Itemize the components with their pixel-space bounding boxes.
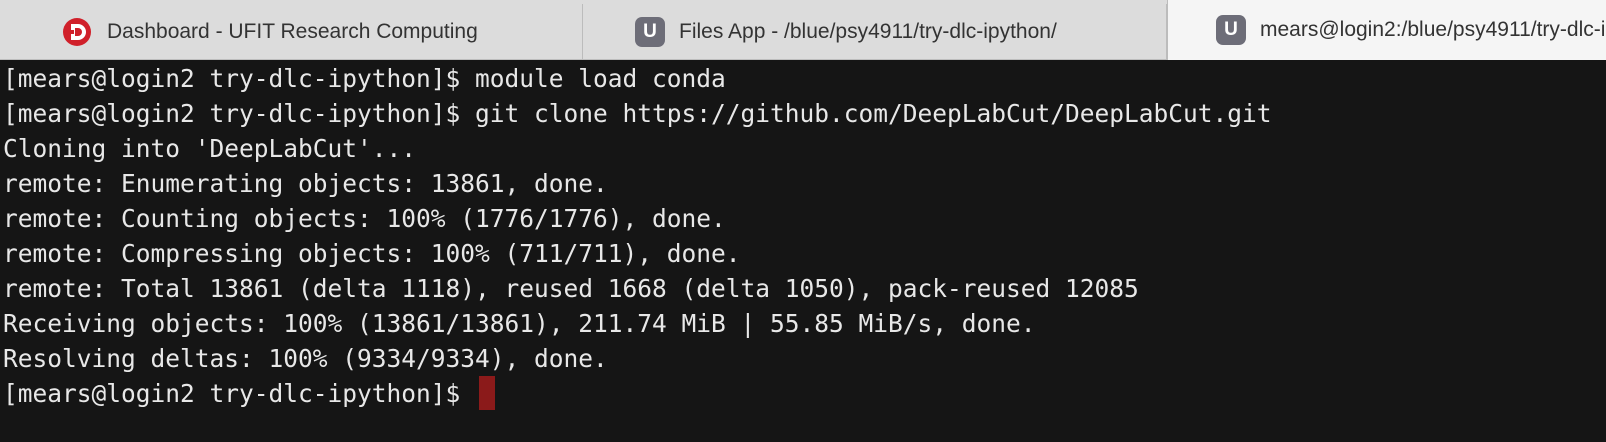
terminal-line: remote: Total 13861 (delta 1118), reused… [3, 274, 1139, 303]
terminal-line: [mears@login2 try-dlc-ipython]$ module l… [3, 64, 726, 93]
tab-terminal[interactable]: U mears@login2:/blue/psy4911/try-dlc-ipy… [1167, 0, 1606, 60]
u-badge-icon: U [1216, 15, 1246, 45]
u-badge-icon: U [635, 17, 665, 47]
tab-dashboard[interactable]: Dashboard - UFIT Research Computing [0, 4, 583, 60]
terminal-line: Receiving objects: 100% (13861/13861), 2… [3, 309, 1036, 338]
browser-tab-bar: Dashboard - UFIT Research Computing U Fi… [0, 0, 1606, 60]
dashboard-logo-icon [62, 17, 92, 47]
terminal-line: [mears@login2 try-dlc-ipython]$ git clon… [3, 99, 1272, 128]
terminal-cursor[interactable] [479, 376, 496, 410]
terminal-prompt-line: [mears@login2 try-dlc-ipython]$ [3, 376, 496, 411]
terminal-line: remote: Enumerating objects: 13861, done… [3, 169, 608, 198]
terminal-line: Resolving deltas: 100% (9334/9334), done… [3, 344, 608, 373]
terminal-line: remote: Compressing objects: 100% (711/7… [3, 239, 741, 268]
terminal-prompt: [mears@login2 try-dlc-ipython]$ [3, 379, 461, 408]
tab-label: Files App - /blue/psy4911/try-dlc-ipytho… [679, 20, 1057, 43]
terminal-window[interactable]: [mears@login2 try-dlc-ipython]$ module l… [0, 60, 1606, 442]
tab-label: Dashboard - UFIT Research Computing [107, 20, 478, 43]
terminal-line: remote: Counting objects: 100% (1776/177… [3, 204, 726, 233]
terminal-line: Cloning into 'DeepLabCut'... [3, 134, 417, 163]
tab-label: mears@login2:/blue/psy4911/try-dlc-ipyth… [1260, 18, 1606, 41]
tab-files-app[interactable]: U Files App - /blue/psy4911/try-dlc-ipyt… [583, 4, 1167, 60]
